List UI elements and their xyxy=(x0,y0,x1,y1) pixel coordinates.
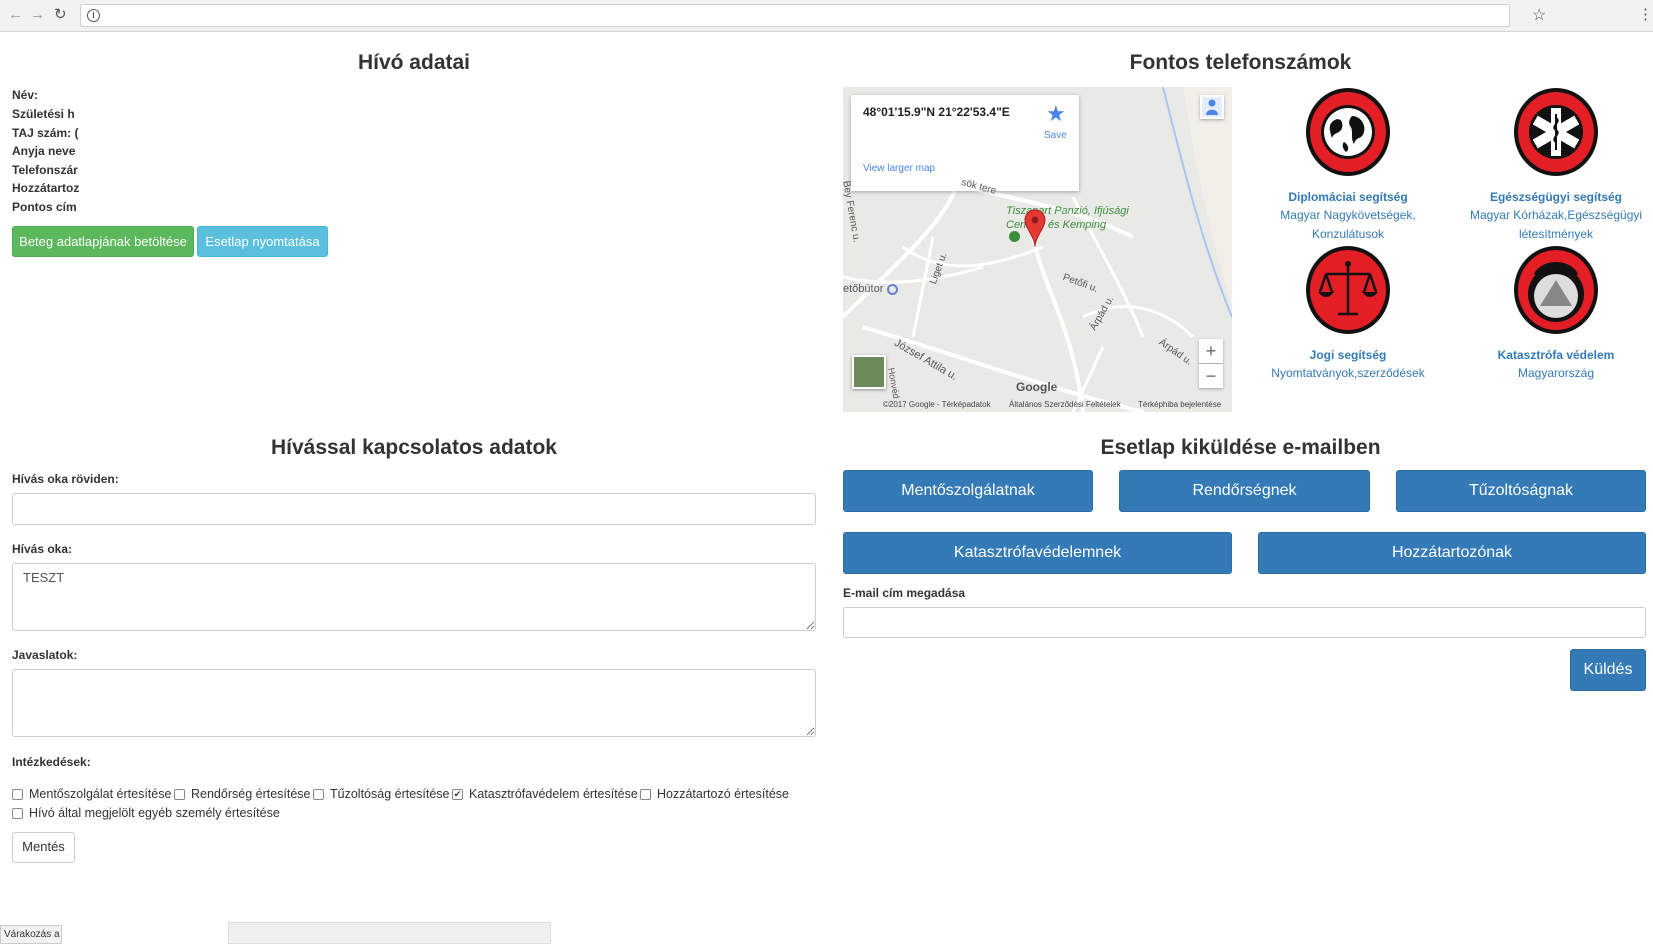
zoom-in-icon[interactable]: + xyxy=(1199,339,1223,363)
map[interactable]: 48°01'15.9"N 21°22'53.4"E ★ Save View la… xyxy=(843,87,1232,412)
emblem-legal-sub-1: Nyomtatványok,szerződések xyxy=(1271,366,1425,380)
civil-defense-icon[interactable] xyxy=(1512,244,1600,336)
map-coordinates: 48°01'15.9"N 21°22'53.4"E xyxy=(863,105,1010,119)
send-button[interactable]: Küldés xyxy=(1570,649,1646,691)
email-address-label: E-mail cím megadása xyxy=(843,586,966,600)
print-case-button[interactable]: Esetlap nyomtatása xyxy=(197,226,328,257)
view-larger-map-link[interactable]: View larger map xyxy=(863,163,935,174)
field-relative-label: Hozzátartoz xyxy=(12,181,80,195)
info-icon[interactable]: i xyxy=(87,9,100,22)
checkbox-other-person[interactable] xyxy=(12,808,23,819)
scales-icon[interactable] xyxy=(1304,244,1392,336)
save-button[interactable]: Mentés xyxy=(12,832,75,863)
emblem-health-sub-2: létesítmények xyxy=(1518,227,1594,241)
reason-textarea[interactable]: TESZT xyxy=(12,563,816,631)
address-bar[interactable]: i xyxy=(80,4,1510,27)
field-address-label: Pontos cím xyxy=(12,200,77,214)
checkbox-relative-label: Hozzátartozó értesítése xyxy=(657,787,790,801)
caller-title: Hívó adatai xyxy=(357,51,471,74)
field-phone-label: Telefonszár xyxy=(12,163,78,177)
send-disaster-button[interactable]: Katasztrófavédelemnek xyxy=(843,532,1232,574)
load-patient-button[interactable]: Beteg adatlapjának betöltése xyxy=(12,226,194,257)
send-fire-button[interactable]: Tűzoltóságnak xyxy=(1396,470,1646,512)
bookmark-star-icon[interactable]: ☆ xyxy=(1532,5,1546,25)
menu-dots-icon[interactable]: ⋮ xyxy=(1638,5,1653,23)
checkbox-ambulance-label: Mentőszolgálat értesítése xyxy=(29,787,172,801)
map-save-link[interactable]: Save xyxy=(1044,130,1067,141)
suggestions-label: Javaslatok: xyxy=(12,648,78,662)
phones-title: Fontos telefonszámok xyxy=(1129,51,1352,74)
map-pin-icon[interactable] xyxy=(1024,209,1046,249)
shop-icon xyxy=(887,284,898,295)
checkbox-ambulance[interactable] xyxy=(12,789,23,800)
send-police-button[interactable]: Rendőrségnek xyxy=(1119,470,1370,512)
checkbox-police[interactable] xyxy=(174,789,185,800)
checkbox-relative[interactable] xyxy=(640,789,651,800)
status-bar: Várakozás a s xyxy=(0,925,62,944)
emblem-diplomatic-sub-1: Magyar Nagykövetségek, xyxy=(1280,208,1416,222)
field-taj-label: TAJ szám: ( xyxy=(12,126,79,140)
emblem-legal-title[interactable]: Jogi segítség xyxy=(1253,348,1443,362)
forward-icon[interactable]: → xyxy=(30,6,45,24)
field-birth-label: Születési h xyxy=(12,107,75,121)
emblem-diplomatic-sub-2: Konzulátusok xyxy=(1311,227,1385,241)
emblem-health-sub-1: Magyar Kórházak,Egészségügyi xyxy=(1469,208,1643,222)
map-copyright: ©2017 Google - Térképadatok xyxy=(883,400,991,409)
bottom-panel xyxy=(228,922,551,944)
checkbox-disaster[interactable]: ✔ xyxy=(452,789,463,800)
google-logo: Google xyxy=(1016,380,1058,394)
checkbox-fire-label: Tűzoltóság értesítése xyxy=(330,787,450,801)
field-mother-label: Anyja neve xyxy=(12,144,76,158)
map-place-label-3: és Kemping xyxy=(1048,219,1107,231)
save-star-icon[interactable]: ★ xyxy=(1046,101,1066,127)
satellite-toggle[interactable] xyxy=(852,355,886,389)
checkbox-police-label: Rendőrség értesítése xyxy=(191,787,311,801)
camping-icon xyxy=(1009,231,1020,242)
actions-label: Intézkedések: xyxy=(12,755,91,769)
email-title: Esetlap kiküldése e-mailben xyxy=(1100,436,1381,459)
suggestions-textarea[interactable] xyxy=(12,669,816,737)
send-relative-button[interactable]: Hozzátartozónak xyxy=(1258,532,1646,574)
field-name-label: Név: xyxy=(12,88,39,102)
call-title: Hívással kapcsolatos adatok xyxy=(271,436,557,459)
reload-icon[interactable]: ↻ xyxy=(54,6,67,24)
map-terms-link[interactable]: Általános Szerződési Feltételek xyxy=(1009,400,1121,409)
emblem-disaster-sub-1: Magyarország xyxy=(1517,366,1595,380)
street-view-icon[interactable] xyxy=(1200,95,1224,119)
globe-icon[interactable] xyxy=(1304,86,1392,178)
star-of-life-icon[interactable] xyxy=(1512,86,1600,178)
emblem-diplomatic-title[interactable]: Diplomáciai segítség xyxy=(1253,190,1443,204)
checkbox-fire[interactable] xyxy=(313,789,324,800)
back-icon[interactable]: ← xyxy=(8,6,23,24)
reason-short-input[interactable] xyxy=(12,493,816,525)
map-shop-label: etőbútor xyxy=(843,283,884,295)
reason-label: Hívás oka: xyxy=(12,542,73,556)
checkbox-disaster-label: Katasztrófavédelem értesítése xyxy=(469,787,638,801)
emblem-health-title[interactable]: Egészségügyi segítség xyxy=(1461,190,1651,204)
checkbox-other-person-label: Hívó által megjelölt egyéb személy értes… xyxy=(29,806,280,820)
browser-toolbar: ← → ↻ i ☆ ⋮ xyxy=(0,0,1653,32)
map-report-link[interactable]: Térképhiba bejelentése xyxy=(1138,400,1221,409)
send-ambulance-button[interactable]: Mentőszolgálatnak xyxy=(843,470,1093,512)
zoom-out-icon[interactable]: − xyxy=(1199,364,1223,388)
reason-short-label: Hívás oka röviden: xyxy=(12,472,119,486)
emblem-disaster-title[interactable]: Katasztrófa védelem xyxy=(1461,348,1651,362)
email-address-input[interactable] xyxy=(843,607,1646,638)
